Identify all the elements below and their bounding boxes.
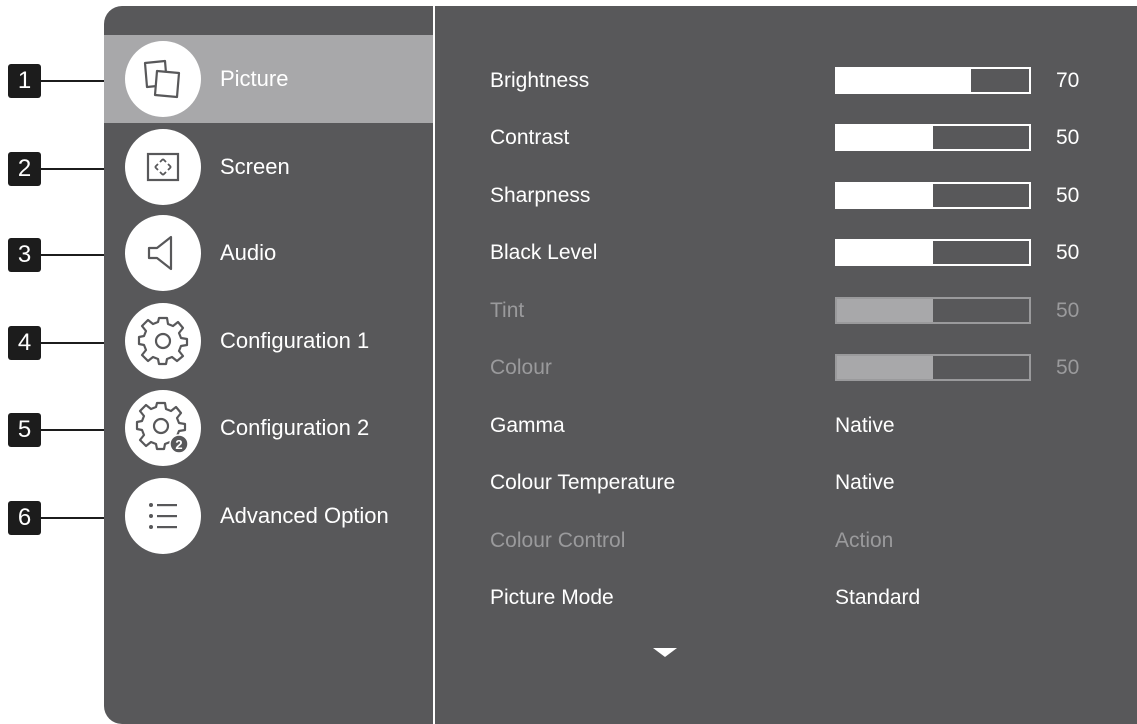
callout-number: 3 (8, 238, 41, 272)
slider-fill (837, 69, 972, 92)
menu-item-picture[interactable]: Picture (104, 35, 433, 123)
callout-number: 6 (8, 501, 41, 535)
slider-fill (837, 356, 933, 379)
gear-2-icon: 2 (125, 390, 201, 466)
menu-item-advanced-option[interactable]: Advanced Option (104, 472, 433, 560)
menu-label: Advanced Option (220, 503, 389, 528)
sharpness-slider[interactable] (835, 182, 1031, 209)
speaker-icon (125, 215, 201, 291)
black-level-slider[interactable] (835, 239, 1031, 266)
list-icon (125, 478, 201, 554)
callout-number: 1 (8, 64, 41, 98)
setting-label: Gamma (490, 414, 565, 437)
callout-number: 4 (8, 326, 41, 360)
setting-value: Native (835, 414, 895, 437)
slider-fill (837, 299, 933, 322)
setting-gamma[interactable]: Gamma Native (490, 405, 1110, 445)
menu-item-audio[interactable]: Audio (104, 209, 433, 297)
setting-label: Tint (490, 299, 525, 322)
setting-picture-mode[interactable]: Picture Mode Standard (490, 577, 1110, 617)
setting-label: Black Level (490, 241, 598, 264)
menu-label: Picture (220, 66, 289, 91)
setting-value: Native (835, 471, 895, 494)
setting-value: Action (835, 529, 894, 552)
setting-label: Sharpness (490, 184, 591, 207)
menu-item-configuration-2[interactable]: 2 Configuration 2 (104, 384, 433, 472)
setting-colour-control: Colour Control Action (490, 520, 1110, 560)
menu-label: Screen (220, 154, 290, 179)
setting-black-level[interactable]: Black Level 50 (490, 232, 1110, 272)
menu-item-configuration-1[interactable]: Configuration 1 (104, 297, 433, 385)
setting-colour-temperature[interactable]: Colour Temperature Native (490, 462, 1110, 502)
setting-label: Contrast (490, 126, 570, 149)
menu-label: Configuration 2 (220, 415, 370, 440)
setting-value: Standard (835, 586, 921, 609)
colour-slider (835, 354, 1031, 381)
setting-value: 70 (1056, 69, 1080, 92)
tint-slider (835, 297, 1031, 324)
menu-item-screen[interactable]: Screen (104, 123, 433, 211)
slider-fill (837, 241, 933, 264)
menu-label: Audio (220, 240, 277, 265)
setting-label: Colour Temperature (490, 471, 676, 494)
gear-icon (125, 303, 201, 379)
setting-sharpness[interactable]: Sharpness 50 (490, 175, 1110, 215)
setting-value: 50 (1056, 184, 1080, 207)
setting-value: 50 (1056, 126, 1080, 149)
slider-fill (837, 126, 933, 149)
gear-badge: 2 (175, 437, 182, 452)
setting-contrast[interactable]: Contrast 50 (490, 117, 1110, 157)
slider-fill (837, 184, 933, 207)
setting-value: 50 (1056, 356, 1080, 379)
setting-tint: Tint 50 (490, 290, 1110, 330)
osd-menu-panel: Picture Screen Audio Configuration 1 2 C… (104, 6, 1137, 724)
setting-label: Picture Mode (490, 586, 614, 609)
setting-value: 50 (1056, 299, 1080, 322)
setting-label: Colour (490, 356, 552, 379)
callout-number: 5 (8, 413, 41, 447)
callout-number: 2 (8, 152, 41, 186)
setting-value: 50 (1056, 241, 1080, 264)
setting-label: Brightness (490, 69, 590, 92)
picture-icon (125, 41, 201, 117)
screen-icon (125, 129, 201, 205)
setting-brightness[interactable]: Brightness 70 (490, 60, 1110, 100)
setting-colour: Colour 50 (490, 347, 1110, 387)
menu-label: Configuration 1 (220, 328, 370, 353)
panel-divider (433, 6, 435, 724)
scroll-down-arrow-icon[interactable] (653, 648, 677, 657)
contrast-slider[interactable] (835, 124, 1031, 151)
brightness-slider[interactable] (835, 67, 1031, 94)
setting-label: Colour Control (490, 529, 626, 552)
